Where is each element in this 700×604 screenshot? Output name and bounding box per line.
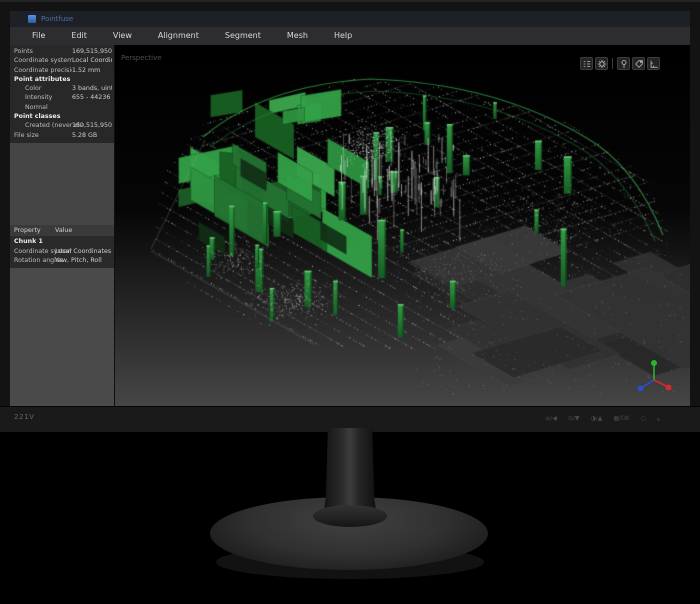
detail-value: Yaw, Pitch, Roll [55, 256, 112, 266]
app-icon [28, 15, 36, 23]
property-row: Color 3 bands, uint8 [10, 84, 114, 93]
menu-item-mesh[interactable]: Mesh [274, 27, 321, 45]
property-value: 3 bands, uint8 [72, 84, 112, 93]
settings-gear-icon [597, 59, 607, 69]
details-table-header: Property Value [10, 225, 114, 236]
pin-button[interactable] [617, 57, 630, 70]
sidebar-spacer [10, 268, 114, 406]
property-label: Coordinate precision [14, 66, 72, 75]
osd-label-power: ○ [641, 415, 646, 422]
details-header-property: Property [14, 227, 41, 234]
property-row: Points 169,515,950 [10, 47, 114, 56]
property-value: Local Coordinat... [72, 56, 112, 65]
property-value: 655 - 44236 [72, 93, 112, 102]
property-label: Points [14, 47, 72, 56]
osd-label-menu-left: ≡/◀ [545, 415, 557, 422]
toolbar-separator [612, 58, 613, 69]
screen: Pointfuse File Edit View Alignment Segme… [10, 11, 690, 406]
detail-value: Local Coordinates (m) [55, 247, 112, 257]
property-row: Intensity 655 - 44236 [10, 93, 114, 102]
property-value: 169,515,950 [72, 121, 112, 130]
menu-item-file[interactable]: File [19, 27, 58, 45]
tag-button[interactable] [632, 57, 645, 70]
monitor: Pointfuse File Edit View Alignment Segme… [0, 0, 700, 430]
tag-icon [634, 59, 644, 69]
properties-sidebar: Points 169,515,950 Coordinate system Loc… [10, 45, 115, 406]
property-label: Point classes [14, 112, 109, 121]
pin-icon [619, 59, 629, 69]
detail-row: Coordinate system Local Coordinates (m) [10, 247, 114, 257]
property-row: Coordinate system Local Coordinat... [10, 56, 114, 65]
property-label: Point attributes [14, 75, 109, 84]
property-section-header: Point classes [10, 112, 114, 121]
right-axis-ball [666, 385, 672, 391]
property-label: File size [14, 131, 72, 140]
monitor-model-label: 221V [14, 413, 35, 421]
projection-mode-label: Perspective [121, 54, 162, 62]
monitor-stand-collar [313, 505, 387, 527]
menu-item-view[interactable]: View [100, 27, 145, 45]
chunk-row[interactable]: Chunk 1 [10, 237, 114, 247]
menu-item-segment[interactable]: Segment [212, 27, 274, 45]
menu-item-help[interactable]: Help [321, 27, 365, 45]
property-value: 1.52 mm [72, 66, 112, 75]
left-axis [641, 380, 654, 388]
property-label: Intensity [14, 93, 81, 102]
details-header-value: Value [55, 225, 72, 236]
property-label: Normal [14, 103, 81, 112]
window-title: Pointfuse [41, 15, 73, 23]
detail-row: Rotation angles Yaw, Pitch, Roll [10, 256, 114, 266]
power-led [657, 418, 660, 421]
main-content: Points 169,515,950 Coordinate system Loc… [10, 45, 690, 406]
property-row: Created (never classified) 169,515,950 [10, 121, 114, 130]
stage: Pointfuse File Edit View Alignment Segme… [0, 0, 700, 604]
osd-label-down: ⊙/▼ [568, 415, 580, 422]
axis-gizmo[interactable] [634, 354, 676, 396]
measure-icon [649, 59, 659, 69]
property-section-header: Point attributes [10, 75, 114, 84]
point-cloud-properties-panel: Points 169,515,950 Coordinate system Loc… [10, 45, 114, 143]
monitor-stand-neck [323, 428, 377, 516]
osd-label-up: ◑/▲ [591, 415, 603, 422]
property-label: Color [14, 84, 81, 93]
osd-label-ok: ▦/OK [613, 415, 629, 422]
details-panel: Chunk 1 Coordinate system Local Coordina… [10, 236, 114, 268]
3d-viewport[interactable]: Perspective [115, 45, 690, 406]
measure-button[interactable] [647, 57, 660, 70]
property-row: Normal [10, 103, 114, 112]
menu-item-alignment[interactable]: Alignment [145, 27, 212, 45]
up-axis-ball [651, 360, 657, 366]
property-label: Coordinate system [14, 56, 72, 65]
property-value: 5.28 GB [72, 131, 112, 140]
menu-item-edit[interactable]: Edit [58, 27, 100, 45]
title-bar: Pointfuse [10, 11, 690, 27]
layers-button[interactable] [580, 57, 593, 70]
layers-icon [582, 59, 592, 69]
sidebar-spacer [10, 143, 114, 225]
settings-button[interactable] [595, 57, 608, 70]
osd-button-labels: ≡/◀ ⊙/▼ ◑/▲ ▦/OK ○ [545, 415, 646, 422]
right-axis [654, 380, 668, 387]
property-row: File size 5.28 GB [10, 131, 114, 140]
chunk-label: Chunk 1 [14, 237, 109, 247]
property-value: 169,515,950 [72, 47, 112, 56]
property-row: Coordinate precision 1.52 mm [10, 66, 114, 75]
viewport-toolbar [580, 57, 660, 70]
left-axis-ball [638, 386, 644, 392]
menu-bar: File Edit View Alignment Segment Mesh He… [10, 27, 690, 45]
property-label: Created (never classified) [14, 121, 81, 130]
viewport-canvas[interactable] [115, 45, 690, 406]
